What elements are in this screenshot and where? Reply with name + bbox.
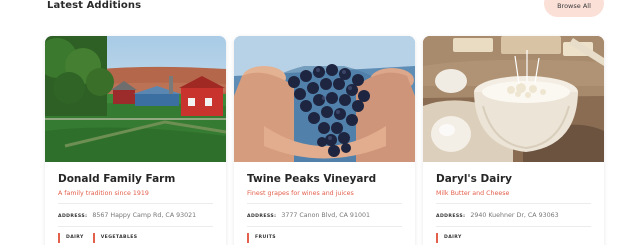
divider (436, 203, 591, 204)
divider (247, 203, 402, 204)
farm-photo (45, 36, 226, 162)
card-title[interactable]: Twine Peaks Vineyard (247, 173, 376, 185)
card-subtitle: Finest grapes for wines and juices (247, 190, 354, 197)
card-title[interactable]: Donald Family Farm (58, 173, 175, 185)
tag-list: DAIRY VEGETABLES (58, 233, 138, 243)
farm-card[interactable]: Donald Family Farm A family tradition si… (45, 36, 226, 245)
vineyard-card[interactable]: Twine Peaks Vineyard Finest grapes for w… (234, 36, 415, 245)
divider (247, 226, 402, 227)
card-subtitle: Milk Butter and Cheese (436, 190, 510, 197)
address-label: ADDRESS: (247, 214, 277, 219)
dairy-card[interactable]: Daryl's Dairy Milk Butter and Cheese ADD… (423, 36, 604, 245)
section-title: Latest Additions (47, 0, 142, 11)
tag-vegetables[interactable]: VEGETABLES (92, 233, 138, 243)
address-row: ADDRESS: 8567 Happy Camp Rd, CA 93021 (58, 212, 196, 219)
tag-list: FRUITS (247, 233, 276, 243)
tag-fruits[interactable]: FRUITS (247, 233, 276, 243)
card-subtitle: A family tradition since 1919 (58, 190, 149, 197)
address-label: ADDRESS: (58, 214, 88, 219)
grapes-photo (234, 36, 415, 162)
address-label: ADDRESS: (436, 214, 466, 219)
dairy-photo (423, 36, 604, 162)
address-value: 3777 Canon Blvd, CA 91001 (281, 212, 370, 219)
browse-all-button[interactable]: Browse All (544, 0, 604, 17)
divider (436, 226, 591, 227)
divider (58, 226, 213, 227)
address-value: 2940 Kuehner Dr, CA 93063 (470, 212, 559, 219)
card-title[interactable]: Daryl's Dairy (436, 173, 512, 185)
tag-dairy[interactable]: DAIRY (58, 233, 84, 243)
address-value: 8567 Happy Camp Rd, CA 93021 (92, 212, 197, 219)
divider (58, 203, 213, 204)
tag-list: DAIRY (436, 233, 462, 243)
address-row: ADDRESS: 3777 Canon Blvd, CA 91001 (247, 212, 370, 219)
address-row: ADDRESS: 2940 Kuehner Dr, CA 93063 (436, 212, 559, 219)
tag-dairy[interactable]: DAIRY (436, 233, 462, 243)
